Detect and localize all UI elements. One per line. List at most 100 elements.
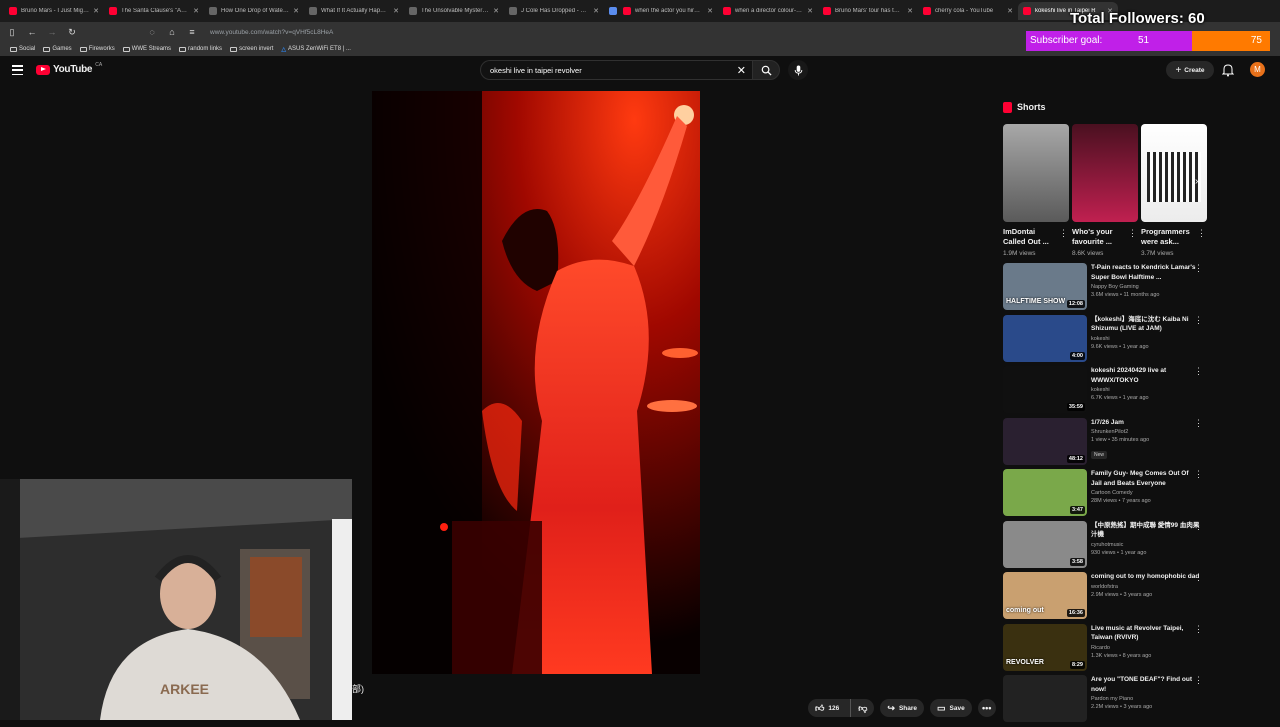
recommended-video[interactable]: Are you "TONE DEAF"? Find out now! Pardon…: [1003, 675, 1213, 727]
bookmark-item[interactable]: screen invert: [230, 46, 273, 52]
tab-close-icon[interactable]: ✕: [93, 7, 99, 15]
short-card[interactable]: ImDontai Called Out ... 1.9M views ⋮: [1003, 124, 1069, 257]
video-thumbnail[interactable]: REVOLVER 8:29: [1003, 623, 1087, 671]
video-player[interactable]: [372, 91, 700, 674]
more-vert-icon[interactable]: ⋮: [1128, 228, 1137, 239]
tab-close-icon[interactable]: ✕: [707, 7, 713, 15]
search-input[interactable]: okeshi live in taipei revolver ✕: [480, 60, 752, 80]
video-title[interactable]: kokeshi 20240429 live at WWWX/TOKYO: [1091, 366, 1201, 385]
create-button[interactable]: + Create: [1166, 61, 1214, 79]
video-title[interactable]: 【中原熱搖】期中成聯 愛情99 血肉果汁機: [1091, 521, 1201, 540]
video-channel[interactable]: Nappy Boy Gaming: [1091, 284, 1201, 290]
browser-tab[interactable]: What If It Actually Happen ✕: [304, 2, 404, 20]
tab-close-icon[interactable]: ✕: [193, 7, 199, 15]
account-avatar[interactable]: M: [1250, 62, 1265, 77]
share-button[interactable]: ↪ Share: [880, 699, 925, 717]
shorts-next-arrow-icon[interactable]: ›: [1195, 176, 1198, 187]
browser-tab[interactable]: cherry cola - YouTube ✕: [918, 2, 1018, 20]
recommended-video[interactable]: HALFTIME SHOW 12:08 T-Pain reacts to Kendr…: [1003, 263, 1213, 315]
more-vert-icon[interactable]: ⋮: [1194, 263, 1203, 274]
video-channel[interactable]: Ricardo: [1091, 645, 1201, 651]
bookmark-item[interactable]: Social: [10, 46, 35, 52]
tab-close-icon[interactable]: ✕: [807, 7, 813, 15]
recommended-video[interactable]: 4:00 【kokeshi】海底に沈む Kaiba Ni Shizumu (LIV…: [1003, 314, 1213, 367]
video-thumbnail[interactable]: 3:58: [1003, 520, 1087, 568]
bookmark-item[interactable]: Games: [43, 46, 72, 52]
short-title[interactable]: ImDontai Called Out ...: [1003, 227, 1057, 248]
recommended-video[interactable]: 3:58 【中原熱搖】期中成聯 愛情99 血肉果汁機 cyruhotmusic 930…: [1003, 520, 1213, 573]
forward-icon[interactable]: →: [46, 27, 58, 37]
video-channel[interactable]: worldofxtra: [1091, 584, 1201, 590]
tab-close-icon[interactable]: ✕: [593, 7, 599, 15]
menu-icon[interactable]: [12, 65, 23, 75]
tab-close-icon[interactable]: ✕: [493, 7, 499, 15]
video-thumbnail[interactable]: [1003, 675, 1087, 722]
browser-tab[interactable]: The Santa Clause's "Accide ✕: [104, 2, 204, 20]
browser-tab[interactable]: J Cole Has Dropped - The F ✕: [504, 2, 604, 20]
tab-close-icon[interactable]: ✕: [393, 7, 399, 15]
short-title[interactable]: Who's your favourite ...: [1072, 227, 1126, 248]
sidebar-toggle-icon[interactable]: ▯: [6, 27, 18, 38]
browser-tab[interactable]: How One Drop of Water Ca ✕: [204, 2, 304, 20]
more-vert-icon[interactable]: ⋮: [1194, 469, 1203, 480]
more-vert-icon[interactable]: ⋮: [1194, 624, 1203, 635]
more-vert-icon[interactable]: ⋮: [1194, 315, 1203, 326]
tab-close-icon[interactable]: ✕: [1007, 7, 1013, 15]
bookmark-item[interactable]: △ ASUS ZenWiFi ET8 | ...: [281, 46, 351, 53]
search-button[interactable]: [752, 60, 780, 80]
short-card[interactable]: Who's your favourite ... 8.6K views ⋮: [1072, 124, 1138, 257]
video-channel[interactable]: Pardon my Piano: [1091, 696, 1201, 702]
video-title[interactable]: Live music at Revolver Taipei, Taiwan (R…: [1091, 624, 1201, 643]
more-vert-icon[interactable]: ⋮: [1194, 572, 1203, 583]
video-title[interactable]: 【kokeshi】海底に沈む Kaiba Ni Shizumu (LIVE at…: [1091, 315, 1201, 334]
bookmark-item[interactable]: WWE Streams: [122, 46, 171, 52]
more-vert-icon[interactable]: ⋮: [1194, 675, 1203, 686]
browser-tab[interactable]: when a director colour-cod ✕: [718, 2, 818, 20]
recommended-video[interactable]: 48:12 1/7/26 Jam ShrunkenPilot2 1 view • 35…: [1003, 417, 1213, 470]
video-thumbnail[interactable]: 4:00: [1003, 314, 1087, 362]
bookmark-item[interactable]: Fireworks: [79, 46, 115, 52]
reload-icon[interactable]: ↻: [66, 27, 78, 38]
video-title[interactable]: T-Pain reacts to Kendrick Lamar's Super …: [1091, 263, 1201, 282]
short-card[interactable]: Programmers were ask... 3.7M views ⋮: [1141, 124, 1207, 257]
short-title[interactable]: Programmers were ask...: [1141, 227, 1195, 248]
clear-search-icon[interactable]: ✕: [737, 64, 746, 77]
browser-tab[interactable]: Bruno Mars' tour has three ✕: [818, 2, 918, 20]
url-field[interactable]: www.youtube.com/watch?v=qVHf5cL8HeA: [210, 29, 333, 36]
more-vert-icon[interactable]: ⋮: [1194, 366, 1203, 377]
video-channel[interactable]: kokeshi: [1091, 387, 1201, 393]
video-thumbnail[interactable]: 35:59: [1003, 366, 1087, 413]
youtube-logo[interactable]: YouTube CA: [36, 62, 102, 75]
recommended-video[interactable]: coming out 16:36 coming out to my homophob…: [1003, 572, 1213, 624]
browser-tab[interactable]: Bruno Mars - I Just Might (| ✕: [4, 2, 104, 20]
video-channel[interactable]: cyruhotmusic: [1091, 542, 1201, 548]
tab-close-icon[interactable]: ✕: [907, 7, 913, 15]
video-title[interactable]: Family Guy- Meg Comes Out Of Jail and Be…: [1091, 469, 1201, 488]
video-channel[interactable]: ShrunkenPilot2: [1091, 429, 1201, 435]
dislike-button[interactable]: 👎︎: [850, 699, 874, 717]
more-vert-icon[interactable]: ⋮: [1194, 521, 1203, 532]
video-title[interactable]: coming out to my homophobic dad: [1091, 572, 1201, 582]
browser-tab[interactable]: [604, 2, 618, 20]
video-thumbnail[interactable]: coming out 16:36: [1003, 572, 1087, 619]
recommended-video[interactable]: 3:47 Family Guy- Meg Comes Out Of Jail an…: [1003, 469, 1213, 521]
more-actions-button[interactable]: •••: [977, 699, 996, 717]
browser-tab[interactable]: when the actor you hired d ✕: [618, 2, 718, 20]
notifications-bell-icon[interactable]: [1222, 63, 1234, 77]
save-button[interactable]: ▭ Save: [930, 699, 972, 717]
voice-search-button[interactable]: [788, 60, 808, 80]
back-icon[interactable]: ←: [26, 27, 38, 37]
browser-tab[interactable]: The Unsolvable Mystery of ✕: [404, 2, 504, 20]
more-vert-icon[interactable]: ⋮: [1059, 228, 1068, 239]
video-thumbnail[interactable]: 3:47: [1003, 469, 1087, 516]
video-title[interactable]: Are you "TONE DEAF"? Find out now!: [1091, 675, 1201, 694]
bookmark-item[interactable]: random links: [179, 46, 222, 52]
tune-icon[interactable]: ≡: [186, 27, 198, 37]
video-title[interactable]: 1/7/26 Jam: [1091, 418, 1201, 428]
recommended-video[interactable]: 35:59 kokeshi 20240429 live at WWWX/TOKYO…: [1003, 366, 1213, 418]
like-button[interactable]: 👍︎ 126: [808, 699, 846, 717]
recommended-video[interactable]: REVOLVER 8:29 Live music at Revolver Taipe…: [1003, 623, 1213, 676]
shield-icon[interactable]: ◌: [146, 27, 158, 37]
video-thumbnail[interactable]: HALFTIME SHOW 12:08: [1003, 263, 1087, 310]
video-channel[interactable]: kokeshi: [1091, 336, 1201, 342]
